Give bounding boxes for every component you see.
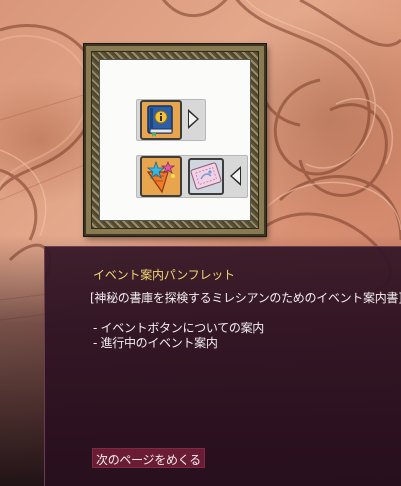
event-book-icon[interactable] — [140, 100, 182, 140]
ticket-icon — [190, 162, 222, 190]
panel-title: イベント案内パンフレット — [93, 268, 235, 282]
frame-border — [91, 51, 259, 229]
list-item: - 進行中のイベント案内 — [93, 336, 218, 350]
event-ticket-icon[interactable] — [188, 158, 224, 195]
event-icon-frame — [84, 44, 266, 236]
event-guide-panel: イベント案内パンフレット [神秘の書庫を探検するミレシアンのためのイベント案内書… — [44, 246, 401, 486]
star-carrot-icon[interactable] — [140, 156, 182, 197]
panel-intro-text: [神秘の書庫を探検するミレシアンのためのイベント案内書] — [90, 291, 401, 305]
arrow-left-icon[interactable] — [230, 166, 241, 186]
book-icon — [147, 105, 173, 137]
next-page-button[interactable]: 次のページをめくる — [92, 448, 205, 468]
frame-content — [99, 59, 251, 221]
carrot-icon — [146, 160, 176, 194]
arrow-right-icon[interactable] — [188, 109, 199, 129]
game-scene: イベント案内パンフレット [神秘の書庫を探検するミレシアンのためのイベント案内書… — [0, 0, 401, 486]
